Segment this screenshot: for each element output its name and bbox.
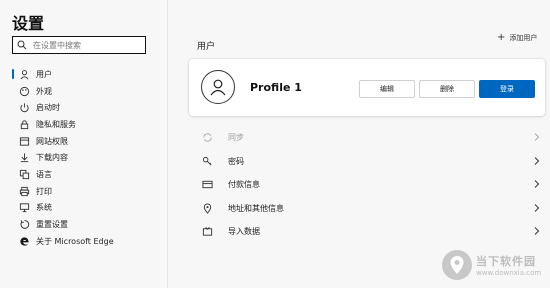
sidebar-item-label: 网站权限: [36, 136, 68, 146]
sidebar-item-label: 系统: [36, 203, 52, 213]
power-icon: [18, 102, 30, 114]
sidebar-item-system[interactable]: 系统: [12, 200, 162, 217]
location-pin-icon: [201, 202, 213, 214]
chevron-right-icon: [533, 226, 541, 236]
sidebar-item-printers[interactable]: 打印: [12, 183, 162, 200]
settings-row-addresses[interactable]: 地址和其他信息: [189, 197, 545, 221]
settings-row-label: 地址和其他信息: [228, 203, 284, 213]
settings-row-import-data[interactable]: 导入数据: [189, 220, 545, 244]
sidebar-item-label: 下载内容: [36, 153, 68, 163]
sidebar-item-label: 用户: [36, 69, 52, 79]
import-icon: [201, 226, 213, 238]
settings-row-label: 导入数据: [228, 227, 260, 237]
site-permissions-icon: [18, 135, 30, 147]
sidebar-item-appearance[interactable]: 外观: [12, 83, 162, 100]
delete-button[interactable]: 删除: [419, 80, 475, 98]
sidebar-item-languages[interactable]: 语言: [12, 166, 162, 183]
profile-settings-list: 同步 密码 付款信息 地址和其他信息 导入数据: [189, 126, 545, 244]
download-icon: [18, 152, 30, 164]
sidebar-nav: 用户 外观 启动时 隐私和服务 网站权限 下载内容 语言 打印 系统 重置设置 …: [12, 66, 162, 250]
chevron-right-icon: [533, 156, 541, 166]
settings-row-sync[interactable]: 同步: [189, 126, 545, 150]
sign-in-button[interactable]: 登录: [479, 80, 535, 98]
profile-name: Profile 1: [250, 81, 302, 94]
settings-row-label: 付款信息: [228, 180, 260, 190]
person-icon: [18, 68, 30, 80]
sidebar-item-label: 语言: [36, 169, 52, 179]
page-title: 用户: [197, 42, 216, 52]
settings-row-label: 同步: [228, 133, 244, 143]
sidebar-item-about[interactable]: 关于 Microsoft Edge: [12, 233, 162, 250]
watermark-logo: 当下软件园 www.downxia.com: [442, 245, 546, 285]
settings-row-passwords[interactable]: 密码: [189, 150, 545, 174]
palette-icon: [18, 85, 30, 97]
sidebar-item-site-permissions[interactable]: 网站权限: [12, 133, 162, 150]
search-box[interactable]: [12, 36, 146, 54]
search-icon: [17, 38, 31, 52]
sidebar: 设置 用户 外观 启动时 隐私和: [0, 0, 168, 288]
reset-icon: [18, 219, 30, 231]
computer-icon: [18, 202, 30, 214]
avatar: [201, 70, 235, 104]
sidebar-item-privacy[interactable]: 隐私和服务: [12, 116, 162, 133]
sidebar-item-profiles[interactable]: 用户: [12, 66, 162, 83]
plus-icon: +: [497, 32, 506, 43]
sidebar-item-label: 关于 Microsoft Edge: [36, 236, 114, 246]
sync-icon: [201, 132, 213, 144]
edit-button[interactable]: 编辑: [359, 80, 415, 98]
watermark-text: 当下软件园: [476, 255, 536, 268]
chevron-right-icon: [533, 203, 541, 213]
chevron-right-icon: [533, 179, 541, 189]
key-icon: [201, 155, 213, 167]
add-user-button[interactable]: + 添加用户: [497, 33, 537, 43]
profile-card: Profile 1 编辑 删除 登录: [189, 59, 545, 116]
chevron-right-icon: [533, 132, 541, 142]
sidebar-item-label: 打印: [36, 186, 52, 196]
sidebar-item-downloads[interactable]: 下载内容: [12, 149, 162, 166]
sidebar-item-label: 外观: [36, 86, 52, 96]
lock-icon: [18, 118, 30, 130]
watermark-pin-icon: [442, 250, 472, 280]
watermark-url: www.downxia.com: [476, 269, 542, 277]
sidebar-item-label: 重置设置: [36, 220, 68, 230]
printer-icon: [18, 185, 30, 197]
sidebar-item-label: 启动时: [36, 103, 60, 113]
settings-title: 设置: [12, 14, 45, 33]
language-icon: [18, 168, 30, 180]
sidebar-item-label: 隐私和服务: [36, 119, 76, 129]
settings-row-label: 密码: [228, 156, 244, 166]
sidebar-item-reset[interactable]: 重置设置: [12, 216, 162, 233]
credit-card-icon: [201, 179, 213, 191]
edge-logo-icon: [18, 235, 30, 247]
avatar-person-icon: [210, 79, 226, 96]
settings-row-payment-info[interactable]: 付款信息: [189, 173, 545, 197]
add-user-label: 添加用户: [509, 34, 538, 42]
sidebar-item-on-startup[interactable]: 启动时: [12, 99, 162, 116]
search-input[interactable]: [33, 40, 133, 50]
